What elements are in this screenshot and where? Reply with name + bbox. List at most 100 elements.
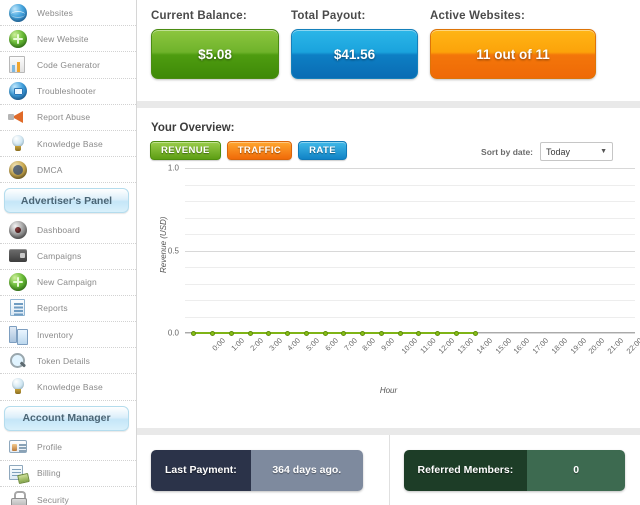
wallet-icon <box>7 245 29 267</box>
stat-value-button[interactable]: 11 out of 11 <box>430 29 596 79</box>
sidebar-item-new-website[interactable]: New Website <box>0 26 136 53</box>
dashboard-page: Websites New Website Code Generator Trouble… <box>0 0 640 505</box>
magnifier-icon <box>7 350 29 372</box>
sort-by-date-select[interactable]: Today ▼ <box>540 142 613 161</box>
chart-x-tick-label: 8:00 <box>360 336 378 353</box>
stat-value-button[interactable]: $41.56 <box>291 29 418 79</box>
sidebar-item-troubleshooter[interactable]: Troubleshooter <box>0 79 136 105</box>
sidebar-section-account-label: Account Manager <box>22 412 111 425</box>
sidebar-item-label: Troubleshooter <box>37 86 96 97</box>
revenue-chart: Revenue (USD) 0.0 0.5 1.0 0:00 1:00 2:00 3:00… <box>137 164 640 426</box>
sidebar-item-code-generator[interactable]: Code Generator <box>0 52 136 79</box>
stat-value-button[interactable]: $5.08 <box>151 29 279 79</box>
sidebar-top-group: Websites New Website Code Generator Trouble… <box>0 0 136 184</box>
overview-tab-traffic[interactable]: TRAFFIC <box>226 141 293 160</box>
report-document-icon <box>7 297 29 319</box>
sidebar-item-token-details[interactable]: Token Details <box>0 348 136 375</box>
sidebar-advertiser-group: Dashboard Campaigns New Campaign Reports Inv… <box>0 217 136 401</box>
chart-x-tick-label: 6:00 <box>323 336 340 353</box>
chart-y-ticks: 0.0 0.5 1.0 <box>157 164 179 338</box>
sidebar-item-billing[interactable]: Billing <box>0 461 136 487</box>
lightbulb-icon <box>7 376 29 398</box>
sidebar-item-knowledge-base[interactable]: Knowledge Base <box>0 131 136 158</box>
referred-members-label: Referred Members: <box>403 449 528 491</box>
referred-members-column: Referred Members: 0 <box>388 435 640 505</box>
main-content: Current Balance: $5.08 Total Payout: $41.56… <box>137 0 640 505</box>
chart-gridline <box>185 250 635 252</box>
chart-gridline <box>185 316 635 318</box>
overview-tab-rate[interactable]: RATE <box>298 141 347 160</box>
chart-x-tick-label: 9:00 <box>379 336 397 353</box>
chart-x-tick-label: 21:00 <box>605 336 626 356</box>
sidebar-item-security[interactable]: Security <box>0 487 136 505</box>
sidebar-item-label: Knowledge Base <box>37 382 103 393</box>
document-chart-icon <box>7 54 29 76</box>
sidebar-item-profile[interactable]: Profile <box>0 435 136 461</box>
chart-x-tick-label: 1:00 <box>229 336 247 353</box>
chart-x-tick-label: 20:00 <box>586 336 607 356</box>
sidebar-account-group: Profile Billing Security <box>0 435 136 505</box>
sidebar-item-label: Token Details <box>37 355 90 366</box>
sidebar-item-dashboard[interactable]: Dashboard <box>0 217 136 244</box>
sidebar-item-new-campaign[interactable]: New Campaign <box>0 270 136 296</box>
chart-x-tick-label: 7:00 <box>341 336 359 353</box>
chart-x-tick-label: 10:00 <box>399 336 420 356</box>
billing-money-icon <box>7 462 29 484</box>
sort-by-date-value: Today <box>546 146 571 157</box>
last-payment-card[interactable]: Last Payment: 364 days ago. <box>151 449 363 491</box>
sidebar-item-inventory[interactable]: Inventory <box>0 322 136 349</box>
sidebar-item-label: New Website <box>37 33 89 44</box>
sidebar-item-dmca[interactable]: DMCA <box>0 157 136 184</box>
camera-icon <box>7 219 29 241</box>
sidebar-item-knowledge-base[interactable]: Knowledge Base <box>0 374 136 401</box>
chart-series-line <box>194 332 476 334</box>
sidebar-item-label: Profile <box>37 442 63 453</box>
chart-gridline <box>185 267 635 268</box>
chart-y-tick-label: 1.0 <box>167 163 179 173</box>
chart-x-tick-label: 14:00 <box>474 336 495 356</box>
sort-by-date-control: Sort by date: Today ▼ <box>481 142 613 161</box>
chart-gridline <box>185 283 635 285</box>
seal-icon <box>7 159 29 181</box>
chart-y-tick-label: 0.5 <box>167 246 179 255</box>
chart-x-tick-label: 2:00 <box>248 336 265 353</box>
stats-panel: Current Balance: $5.08 Total Payout: $41.56… <box>137 0 640 101</box>
chart-gridline <box>185 168 635 169</box>
sidebar-section-advertiser-label: Advertiser's Panel <box>20 194 113 207</box>
sidebar-item-label: DMCA <box>37 164 63 175</box>
sidebar-item-campaigns[interactable]: Campaigns <box>0 244 136 270</box>
stat-card-0: Current Balance: $5.08 <box>151 10 279 79</box>
referred-members-card[interactable]: Referred Members: 0 <box>403 449 626 491</box>
chart-x-tick-label: 13:00 <box>455 336 476 356</box>
overview-panel: Your Overview: REVENUE TRAFFIC RATE Sort b… <box>137 108 640 428</box>
chart-gridline <box>185 184 635 186</box>
sort-by-date-label: Sort by date: <box>481 146 533 157</box>
sidebar-section-advertiser[interactable]: Advertiser's Panel <box>4 188 129 214</box>
sidebar-item-report-abuse[interactable]: Report Abuse <box>0 105 136 131</box>
sidebar-item-websites[interactable]: Websites <box>0 0 136 27</box>
sidebar-section-account[interactable]: Account Manager <box>4 405 129 431</box>
plus-circle-icon <box>7 271 29 293</box>
chart-x-tick-label: 22:00 <box>624 336 640 356</box>
sidebar-item-label: Security <box>37 494 69 505</box>
sidebar-item-label: Websites <box>37 7 74 18</box>
sidebar-item-label: Report Abuse <box>37 112 91 123</box>
globe-icon <box>7 2 29 24</box>
inventory-books-icon <box>7 324 29 346</box>
sidebar-item-reports[interactable]: Reports <box>0 296 136 323</box>
stats-row: Current Balance: $5.08 Total Payout: $41.56… <box>137 0 640 79</box>
sidebar: Websites New Website Code Generator Trouble… <box>0 0 137 505</box>
medkit-icon <box>7 80 29 102</box>
referred-members-value: 0 <box>527 449 626 491</box>
chart-x-axis-label: Hour <box>379 386 398 395</box>
chart-x-tick-label: 5:00 <box>304 336 322 353</box>
chevron-down-icon: ▼ <box>600 148 607 155</box>
last-payment-value: 364 days ago. <box>250 449 363 491</box>
sidebar-item-label: Knowledge Base <box>37 138 103 149</box>
sidebar-item-label: New Campaign <box>37 277 97 288</box>
chart-x-tick-label: 16:00 <box>511 336 532 356</box>
overview-tab-revenue[interactable]: REVENUE <box>150 141 221 160</box>
chart-gridline <box>185 234 635 235</box>
chart-y-tick-label: 0.0 <box>167 328 179 338</box>
megaphone-icon <box>7 106 29 128</box>
